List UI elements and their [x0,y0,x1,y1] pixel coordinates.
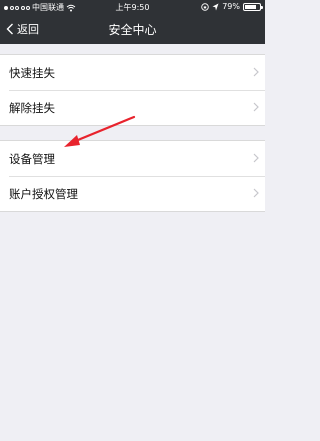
chevron-right-icon [253,102,259,112]
navigation-bar: 返回 安全中心 [0,14,265,44]
device-management-item[interactable]: 设备管理 [0,141,265,176]
list-item-label: 账户授权管理 [9,186,78,201]
quick-report-loss-item[interactable]: 快速挂失 [0,55,265,90]
status-bar: 中国联通 上午9:50 79% [0,0,265,14]
battery-fill [245,4,257,9]
list-item-label: 解除挂失 [9,100,55,115]
chevron-right-icon [253,188,259,198]
battery-percent: 79% [222,2,240,11]
rotation-lock-icon [201,2,209,11]
location-icon [212,3,219,10]
chevron-right-icon [253,67,259,77]
battery-icon [243,2,263,11]
list-item-label: 快速挂失 [9,65,55,80]
settings-group-devices: 设备管理 账户授权管理 [0,140,265,212]
account-authorization-item[interactable]: 账户授权管理 [0,176,265,211]
settings-group-loss: 快速挂失 解除挂失 [0,54,265,126]
status-right: 79% [201,2,263,11]
cancel-report-loss-item[interactable]: 解除挂失 [0,90,265,125]
chevron-right-icon [253,153,259,163]
page-title: 安全中心 [108,23,157,37]
list-item-label: 设备管理 [9,151,55,166]
